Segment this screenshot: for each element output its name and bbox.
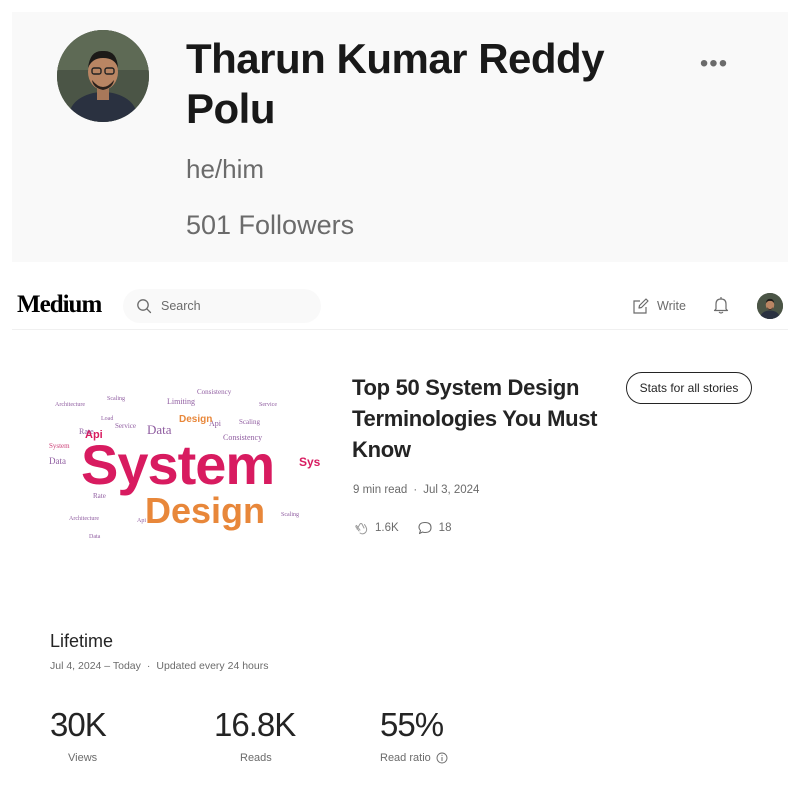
story-thumbnail[interactable]: Architecture Scaling Limiting Consistenc… (49, 368, 325, 554)
profile-name: Tharun Kumar Reddy Polu (186, 35, 605, 132)
search-input[interactable] (161, 295, 311, 317)
stat-views: 30K Views (50, 706, 107, 764)
notifications-bell-icon[interactable] (710, 294, 732, 316)
update-frequency: Updated every 24 hours (156, 660, 269, 672)
svg-text:Architecture: Architecture (69, 516, 99, 522)
claps-count[interactable]: 1.6K (353, 520, 399, 536)
claps-value: 1.6K (375, 522, 399, 534)
date-range: Jul 4, 2024 – Today (50, 660, 141, 672)
avatar[interactable] (57, 30, 149, 122)
stat-reads: 16.8K Reads (214, 706, 296, 764)
svg-text:Consistency: Consistency (197, 388, 232, 396)
stat-read-ratio: 55% Read ratio (380, 706, 448, 764)
responses-value: 18 (438, 522, 452, 534)
top-nav-bar: Medium Write (12, 278, 788, 330)
comment-icon (418, 521, 432, 535)
profile-pronouns: he/him (186, 154, 265, 184)
svg-text:Scaling: Scaling (281, 512, 299, 518)
engagement-row: 1.6K 18 (353, 520, 469, 536)
meta-separator: · (413, 484, 418, 496)
svg-text:Data: Data (49, 456, 66, 466)
story-title[interactable]: Top 50 System Design Terminologies You M… (352, 372, 622, 465)
user-avatar-menu[interactable] (757, 293, 783, 319)
avatar-photo-small (757, 293, 783, 319)
svg-text:Sys: Sys (299, 455, 321, 469)
reads-label: Reads (240, 752, 272, 764)
responses-count[interactable]: 18 (417, 520, 452, 536)
avatar-photo (57, 30, 149, 122)
search-icon (137, 299, 152, 314)
more-options-button[interactable]: ••• (694, 50, 734, 78)
svg-text:System: System (81, 433, 274, 496)
medium-logo[interactable]: Medium (17, 291, 102, 319)
write-button[interactable]: Write (632, 295, 686, 317)
publish-date: Jul 3, 2024 (423, 484, 480, 496)
read-ratio-value: 55% (380, 706, 444, 743)
write-icon (633, 298, 649, 314)
lifetime-heading: Lifetime (50, 631, 114, 651)
read-time: 9 min read (353, 484, 408, 496)
svg-text:Design: Design (145, 490, 265, 531)
clap-icon (355, 523, 368, 535)
info-icon[interactable] (436, 752, 448, 764)
svg-text:Limiting: Limiting (167, 397, 195, 406)
views-label: Views (68, 752, 98, 764)
svg-text:Architecture: Architecture (55, 402, 85, 408)
svg-text:Scaling: Scaling (107, 396, 125, 402)
svg-text:Service: Service (259, 402, 277, 408)
svg-text:Scaling: Scaling (239, 418, 260, 426)
story-meta: 9 min read · Jul 3, 2024 (353, 484, 479, 496)
svg-text:Data: Data (89, 534, 101, 540)
word-cloud-image: Architecture Scaling Limiting Consistenc… (49, 388, 321, 540)
svg-text:Service: Service (115, 422, 136, 430)
search-box[interactable] (123, 289, 321, 323)
svg-text:Design: Design (179, 414, 212, 425)
subtitle-separator: · (146, 660, 151, 672)
profile-card: Tharun Kumar Reddy Polu he/him 501 Follo… (12, 12, 788, 262)
reads-value: 16.8K (214, 706, 296, 743)
followers-count[interactable]: 501 Followers (186, 210, 354, 241)
svg-text:Load: Load (101, 416, 113, 422)
write-label: Write (657, 299, 686, 313)
stats-page: Medium Write (12, 278, 788, 788)
stats-all-stories-button[interactable]: Stats for all stories (626, 372, 752, 404)
read-ratio-label: Read ratio (380, 752, 448, 764)
lifetime-subtitle: Jul 4, 2024 – Today · Updated every 24 h… (50, 660, 268, 672)
svg-text:System: System (49, 442, 70, 450)
views-value: 30K (50, 706, 107, 743)
